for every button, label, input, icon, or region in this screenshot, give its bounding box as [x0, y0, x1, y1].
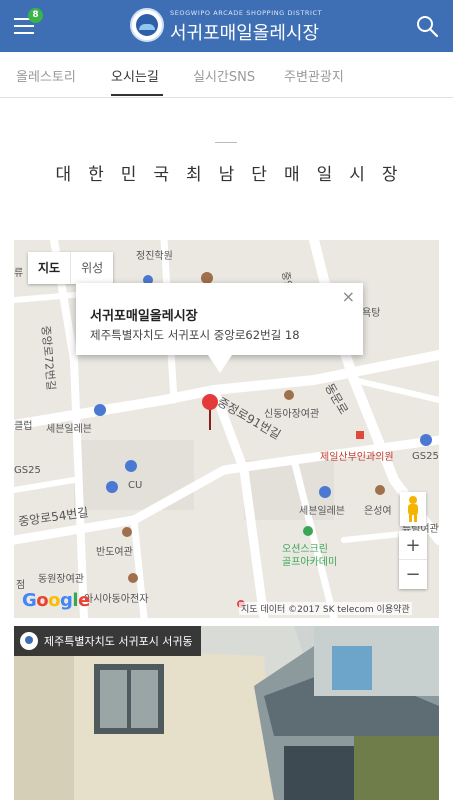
map-label-eunseong: 은성여: [364, 506, 392, 517]
street-view-location-text: 제주특별자치도 서귀포시 서귀동: [44, 635, 193, 648]
section-slogan: 대한민국최남단매일시장: [55, 165, 415, 185]
info-window-address: 제주특별자치도 서귀포시 중앙로62번길 18: [90, 328, 300, 342]
logo-subtitle: SEOGWIPO ARCADE SHOPPING DISTRICT: [170, 9, 323, 17]
street-view-icon: [20, 632, 38, 650]
map-label-gs25-left: GS25: [14, 465, 41, 476]
zoom-in-button[interactable]: +: [399, 531, 427, 560]
map-label-ryu: 류: [14, 268, 24, 279]
map-label-club: 클럽: [14, 421, 33, 432]
app-header: 8 SEOGWIPO ARCADE SHOPPING DISTRICT 서귀포매…: [0, 0, 453, 52]
map-label-jeongjin: 정진학원: [136, 251, 173, 262]
map-label-dongwon: 동원장여관: [38, 574, 84, 585]
street-view-panorama[interactable]: 제주특별자치도 서귀포시 서귀동: [14, 626, 439, 800]
map-label-clinic: 제일산부인과의원: [320, 452, 394, 463]
tab-directions[interactable]: 오시는길: [111, 66, 159, 85]
active-tab-indicator: [111, 94, 163, 96]
notification-badge: 8: [28, 8, 43, 23]
info-window-title: 서귀포매일올레시장: [90, 309, 198, 324]
map-label-golf: 오션스크린 골프아카데미: [282, 544, 338, 568]
map-info-window: 서귀포매일올레시장 제주특별자치도 서귀포시 중앙로62번길 18 ×: [76, 283, 363, 355]
map-attribution[interactable]: 지도 데이터 ©2017 SK telecom 이용약관: [239, 602, 412, 615]
map-label-seven-eleven-2: 세븐일레븐: [299, 506, 345, 517]
logo-emblem-icon: [130, 8, 164, 42]
map-label-bando: 반도여관: [96, 547, 133, 558]
logo[interactable]: SEOGWIPO ARCADE SHOPPING DISTRICT 서귀포매일올…: [128, 6, 328, 46]
map-type-toggle: 지도 위성: [28, 252, 114, 284]
tab-olle-story[interactable]: 올레스토리: [16, 66, 76, 85]
search-icon[interactable]: [414, 13, 440, 39]
zoom-out-button[interactable]: −: [399, 560, 427, 589]
section-divider: [215, 142, 237, 143]
info-window-tail: [208, 355, 232, 373]
map-type-map-button[interactable]: 지도: [28, 252, 72, 284]
map-label-yokbang: 욕탕: [362, 308, 381, 319]
logo-title: 서귀포매일올레시장: [170, 23, 320, 44]
map-type-satellite-button[interactable]: 위성: [71, 252, 113, 284]
map-label-cu: CU: [128, 480, 143, 491]
map-label-gs25-right: GS25: [412, 451, 439, 462]
tab-realtime-sns[interactable]: 실시간SNS: [193, 66, 255, 85]
map-view[interactable]: 정진학원 중앙로62번길 중앙로72번길 동문로 중정로91번길 중앙로54번길…: [14, 240, 439, 618]
tab-bar: 올레스토리 오시는길 실시간SNS 주변관광지: [0, 52, 453, 98]
map-label-asia: 아시아동아전자: [84, 594, 149, 605]
tab-nearby-attractions[interactable]: 주변관광지: [284, 66, 344, 85]
street-view-pegman-icon[interactable]: [400, 492, 426, 526]
map-label-jeom: 점: [16, 580, 26, 591]
zoom-controls: + −: [399, 531, 427, 589]
map-label-hotel: 신동아장여관: [264, 409, 320, 420]
street-view-location-label: 제주특별자치도 서귀포시 서귀동: [14, 626, 201, 656]
map-label-seven-eleven-1: 세븐일레븐: [46, 424, 92, 435]
google-logo: Google: [22, 590, 90, 611]
info-window-close-icon[interactable]: ×: [342, 289, 355, 305]
